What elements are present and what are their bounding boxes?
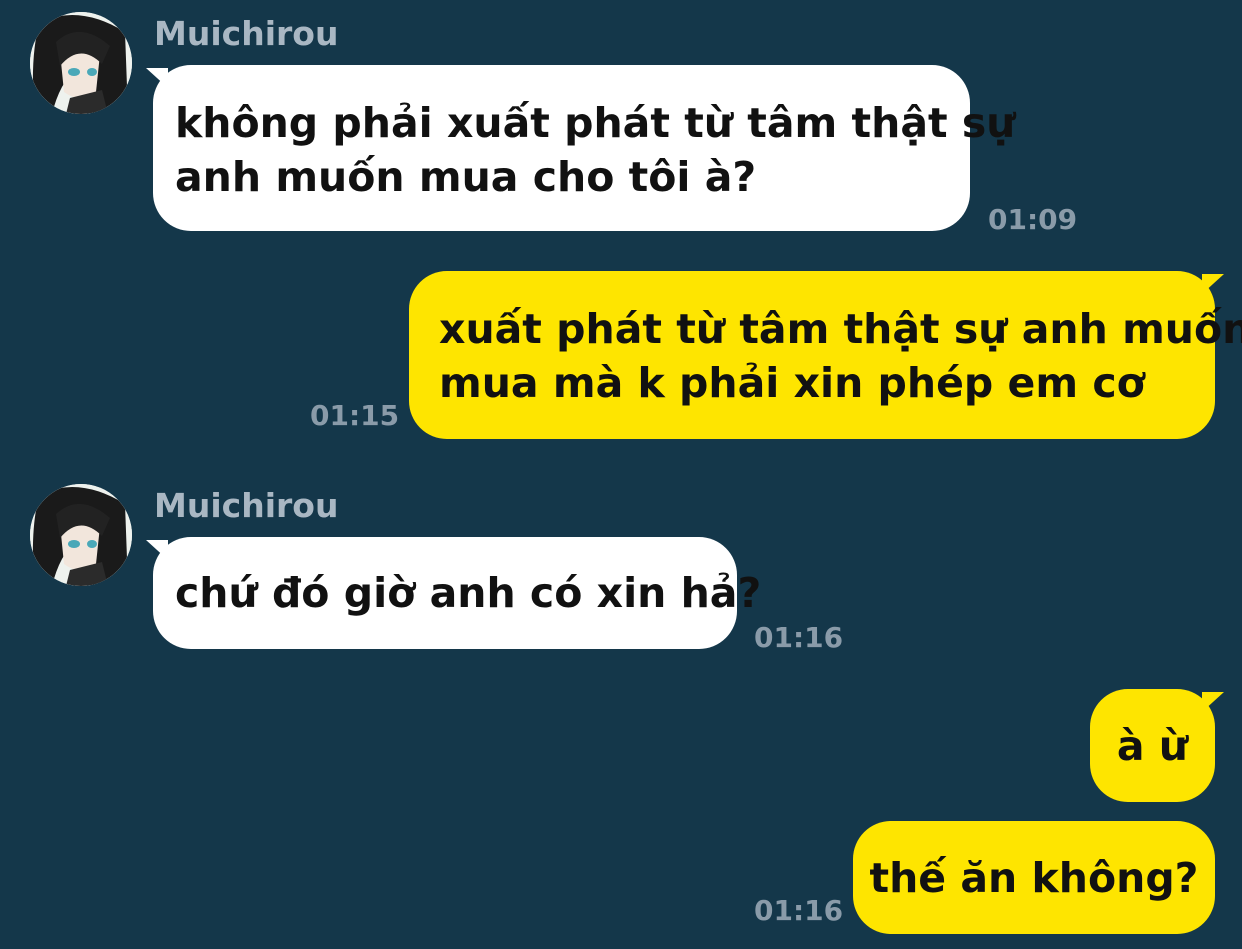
message-bubble-outgoing[interactable]: thế ăn không?: [853, 821, 1215, 934]
message-bubble-incoming[interactable]: chứ đó giờ anh có xin hả?: [153, 537, 762, 649]
message-text: à ừ: [1116, 722, 1189, 770]
avatar[interactable]: [30, 12, 132, 114]
message-text: chứ đó giờ anh có xin hả?: [175, 569, 762, 617]
message-bubble-outgoing[interactable]: à ừ: [1090, 689, 1215, 802]
bubble-tail: [1202, 692, 1224, 712]
message-timestamp: 01:16: [754, 894, 844, 927]
message-bubble-outgoing[interactable]: xuất phát từ tâm thật sự anh muốn mua mà…: [409, 271, 1242, 439]
message-timestamp: 01:09: [988, 203, 1078, 236]
message-timestamp: 01:16: [754, 621, 844, 654]
sender-name: Muichirou: [154, 14, 339, 53]
message-bubble-incoming[interactable]: không phải xuất phát từ tâm thật sự anh …: [153, 65, 1016, 231]
message-text: thế ăn không?: [869, 854, 1199, 902]
message-timestamp: 01:15: [310, 399, 400, 432]
message-text: xuất phát từ tâm thật sự anh muốn: [439, 305, 1242, 353]
avatar[interactable]: [30, 484, 132, 586]
message-text: không phải xuất phát từ tâm thật sự: [175, 99, 1016, 147]
message-text: mua mà k phải xin phép em cơ: [439, 359, 1145, 407]
message-text: anh muốn mua cho tôi à?: [175, 153, 757, 201]
avatar-icon: [30, 12, 132, 114]
sender-name: Muichirou: [154, 486, 339, 525]
avatar-icon: [30, 484, 132, 586]
bubble-tail: [1202, 274, 1224, 294]
